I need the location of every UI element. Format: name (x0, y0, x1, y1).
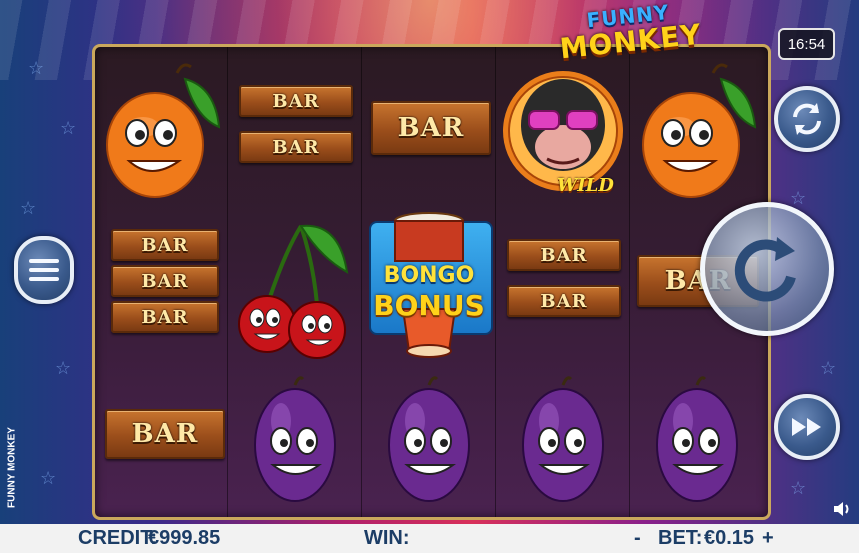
turbo-button[interactable] (774, 394, 840, 460)
star-decoration-icon: ☆ (40, 468, 57, 489)
plum-icon (388, 376, 470, 502)
plum-symbol (497, 365, 629, 515)
autoplay-button[interactable] (774, 86, 840, 152)
win-label: WIN: (364, 527, 410, 549)
star-decoration-icon: ☆ (20, 198, 37, 219)
bar-label: BAR (131, 419, 199, 449)
clock: 16:54 (778, 28, 835, 60)
bar-label: BAR (540, 244, 588, 266)
bar-label: BAR (141, 234, 189, 256)
cherries-icon (238, 224, 349, 359)
speaker-icon (834, 502, 849, 516)
bar-symbol: BAR (239, 131, 353, 163)
bar-symbol: BAR (111, 265, 219, 297)
orange-symbol (95, 57, 227, 207)
plum-symbol (363, 365, 495, 515)
plum-symbol (229, 365, 361, 515)
bar-symbol: BAR (111, 301, 219, 333)
game-side-label: FUNNY MONKEY (6, 427, 18, 508)
wild-monkey-symbol: WILD (497, 55, 629, 205)
bar-symbol: BAR (111, 229, 219, 261)
bar-label: BAR (272, 136, 320, 158)
orange-icon (106, 63, 221, 198)
bar-symbol: BAR (507, 285, 621, 317)
spin-button[interactable] (700, 202, 834, 336)
menu-button[interactable] (14, 236, 74, 304)
reel-1: BAR BAR BAR BAR (95, 47, 228, 517)
clock-time: 16:54 (787, 35, 826, 53)
star-decoration-icon: ☆ (790, 188, 807, 209)
reel-2: BAR BAR (229, 47, 362, 517)
bonus-text-line1: BONGO (383, 263, 475, 288)
bar-symbol: BAR (105, 409, 225, 459)
autoplay-icon (793, 103, 821, 135)
bar-label: BAR (272, 90, 320, 112)
plum-icon (522, 376, 604, 502)
bonus-text-line2: BONUS (373, 289, 485, 322)
bet-decrease-button[interactable]: - (634, 527, 641, 550)
reel-4: WILD BAR BAR (497, 47, 630, 517)
bar-label: BAR (141, 306, 189, 328)
star-decoration-icon: ☆ (55, 358, 72, 379)
star-decoration-icon: ☆ (28, 58, 45, 79)
bet-increase-button[interactable]: + (762, 527, 774, 550)
bar-label: BAR (141, 270, 189, 292)
sound-toggle[interactable] (832, 500, 852, 518)
bar-label: BAR (397, 113, 465, 143)
credit-label: CREDIT: (78, 527, 157, 549)
reel-3: BAR BONGO BONUS (363, 47, 496, 517)
star-decoration-icon: ☆ (820, 358, 837, 379)
wild-label: WILD (557, 175, 614, 196)
bet-label: BET: (658, 527, 703, 549)
reel-area: BAR BAR BAR BAR BAR BAR BAR BONGO BONUS … (92, 44, 771, 520)
bet-value: €0.15 (704, 527, 755, 549)
orange-symbol (631, 57, 763, 207)
bar-symbol: BAR (507, 239, 621, 271)
plum-symbol (631, 365, 763, 515)
star-decoration-icon: ☆ (60, 118, 77, 139)
plum-icon (656, 376, 738, 502)
fast-forward-icon (792, 418, 821, 436)
bar-symbol: BAR (239, 85, 353, 117)
footer-bar: CREDIT: €999.85 WIN: - BET: €0.15 + (0, 524, 859, 553)
cherries-symbol (229, 212, 361, 362)
bongo-bonus-symbol: BONGO BONUS (363, 209, 495, 359)
hamburger-icon (29, 259, 59, 281)
plum-icon (254, 376, 336, 502)
orange-icon (642, 63, 757, 198)
bar-symbol: BAR (371, 101, 491, 155)
bar-label: BAR (540, 290, 588, 312)
spin-icon (734, 237, 796, 302)
star-decoration-icon: ☆ (790, 478, 807, 499)
credit-value: €999.85 (148, 527, 221, 549)
